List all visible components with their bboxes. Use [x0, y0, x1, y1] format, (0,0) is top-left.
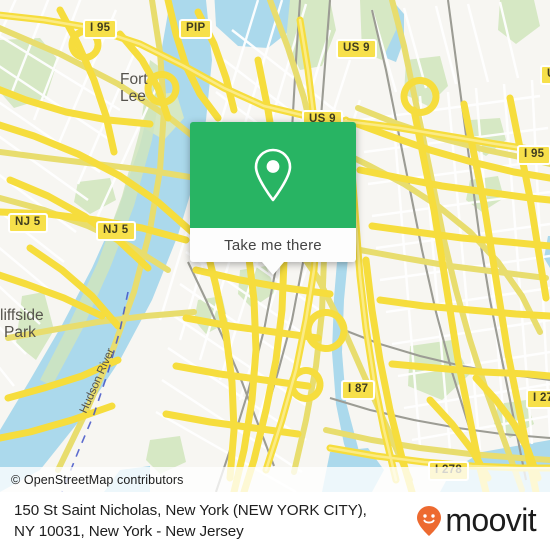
- take-me-there-button[interactable]: Take me there: [190, 228, 356, 262]
- popup-icon-area: [190, 122, 356, 228]
- svg-text:Fort: Fort: [120, 71, 148, 88]
- highway-shield: US 1: [540, 65, 550, 85]
- highway-shield-label: PIP: [186, 22, 206, 34]
- attribution-bar: © OpenStreetMap contributors: [0, 467, 550, 492]
- take-me-there-label: Take me there: [224, 236, 322, 254]
- highway-shield-label: I 87: [348, 383, 369, 395]
- highway-shield-label: I 278: [533, 392, 550, 404]
- moovit-logo[interactable]: moovit: [416, 501, 537, 539]
- svg-text:Park: Park: [4, 324, 36, 341]
- highway-shield: I 95: [517, 145, 550, 165]
- highway-shield: US 9: [336, 39, 377, 59]
- moovit-pin-icon: [417, 506, 442, 536]
- highway-shield: NJ 5: [8, 213, 48, 233]
- highway-shield: NJ 5: [96, 221, 136, 241]
- map-pin-icon: [254, 148, 292, 202]
- popup-pointer: [262, 262, 284, 275]
- highway-shield: I 278: [526, 389, 550, 409]
- highway-shield-label: NJ 5: [15, 216, 41, 228]
- highway-shield-label: I 95: [90, 22, 111, 34]
- highway-shield-label: I 95: [524, 148, 545, 160]
- address-line-1: 150 St Saint Nicholas, New York (NEW YOR…: [14, 502, 367, 519]
- svg-text:liffside: liffside: [0, 307, 44, 324]
- highway-shield-label: US 9: [343, 42, 370, 54]
- moovit-wordmark: moovit: [445, 501, 536, 538]
- location-popup-card[interactable]: Take me there: [190, 122, 356, 275]
- highway-shield: I 87: [341, 380, 376, 400]
- address-block: 150 St Saint Nicholas, New York (NEW YOR…: [14, 500, 367, 542]
- highway-shield: I 95: [83, 19, 118, 39]
- footer-bar: 150 St Saint Nicholas, New York (NEW YOR…: [0, 492, 550, 550]
- map-screenshot: Hudson River Fort Lee liffside Park I 95…: [0, 0, 550, 550]
- address-line-2: NY 10031, New York - New Jersey: [14, 523, 244, 540]
- osm-attribution-text[interactable]: © OpenStreetMap contributors: [0, 473, 184, 487]
- highway-shield: PIP: [179, 19, 213, 39]
- svg-text:Lee: Lee: [120, 88, 146, 105]
- highway-shield-label: NJ 5: [103, 224, 129, 236]
